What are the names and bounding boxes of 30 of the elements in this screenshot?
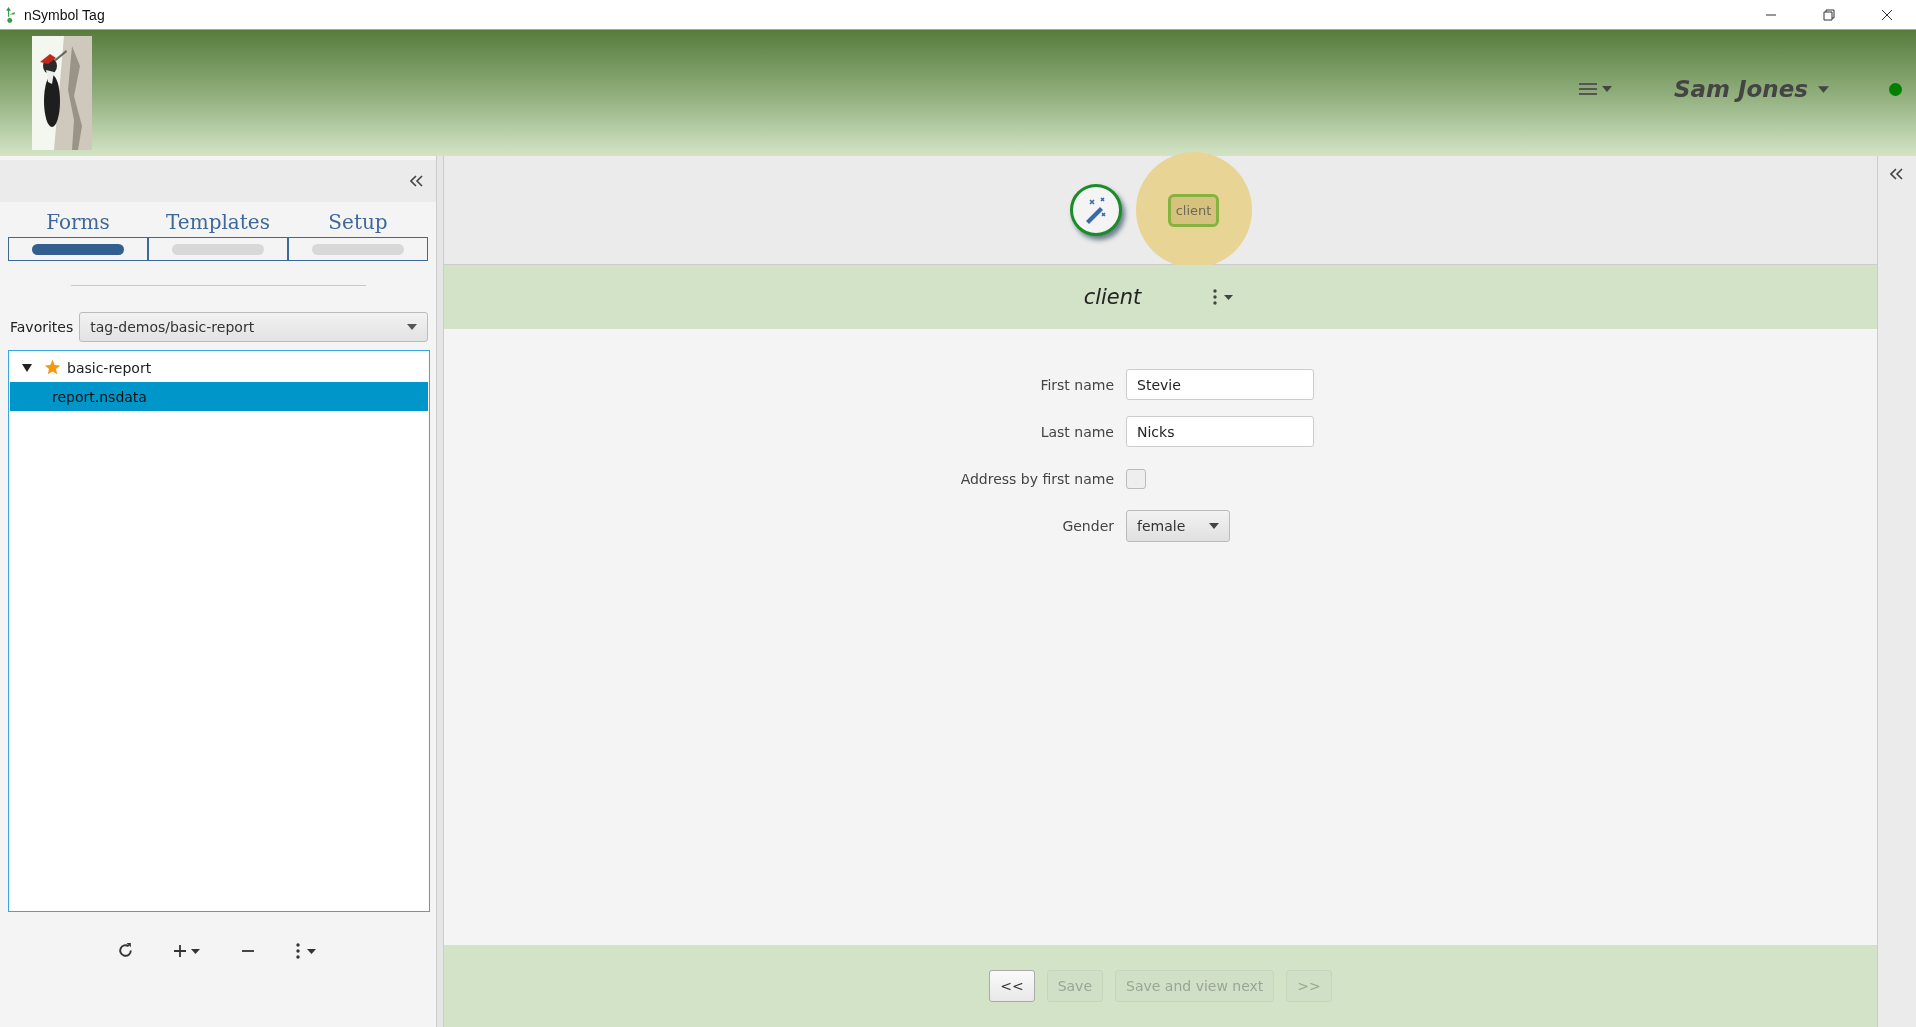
field-label: First name (1039, 376, 1114, 393)
window-title: nSymbol Tag (24, 6, 105, 23)
sidebar-tab[interactable]: Templates (148, 210, 288, 261)
user-menu[interactable]: Sam Jones (1673, 76, 1829, 102)
caret-icon (1818, 85, 1829, 93)
favorites-dropdown[interactable]: tag-demos/basic-report (79, 312, 428, 342)
sidebar-tab[interactable]: Forms (8, 210, 148, 261)
form-title: client (1083, 285, 1142, 309)
caret-icon (407, 324, 417, 330)
nav-button[interactable]: << (989, 970, 1035, 1002)
gender-dropdown[interactable]: female (1126, 509, 1230, 542)
magic-wand-icon[interactable] (1069, 184, 1122, 236)
add-icon[interactable] (171, 942, 202, 959)
collapse-icon[interactable] (410, 175, 424, 187)
expander-icon[interactable] (22, 362, 32, 373)
sidebar-tab[interactable]: Setup (288, 210, 428, 261)
text-field[interactable]: Stevie (1126, 369, 1314, 400)
favorites-label: Favorites (10, 319, 74, 335)
refresh-icon[interactable] (116, 942, 134, 959)
checkbox[interactable] (1126, 468, 1146, 489)
app-logo-icon (6, 6, 16, 23)
client-chip[interactable]: client (1167, 193, 1220, 227)
menu-icon[interactable] (1577, 81, 1614, 97)
field-label: Last name (1039, 423, 1114, 440)
caret-icon (1209, 522, 1219, 529)
field-label: Gender (1061, 517, 1114, 534)
field-label: Address by first name (959, 470, 1114, 487)
text-field[interactable]: Nicks (1126, 416, 1314, 447)
tree-item[interactable]: report.nsdata (10, 382, 428, 411)
tree-item[interactable]: basic-report (10, 353, 428, 382)
